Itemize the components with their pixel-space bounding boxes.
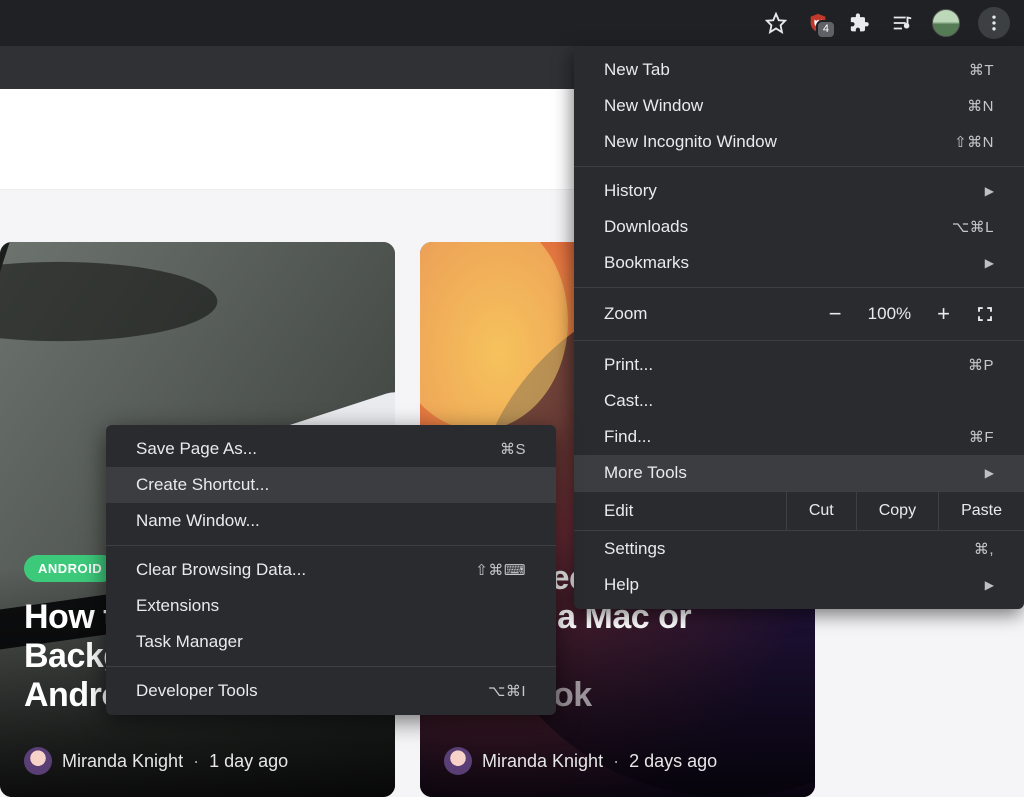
author-avatar <box>24 747 52 775</box>
menu-new-window[interactable]: New Window ⌘N <box>574 88 1024 124</box>
menu-label: Bookmarks <box>604 253 689 273</box>
fullscreen-icon[interactable] <box>976 305 994 323</box>
menu-shortcut: ⇧⌘⌨ <box>475 561 526 579</box>
category-pill[interactable]: ANDROID <box>24 555 116 582</box>
menu-shortcut: ⌘F <box>969 428 994 446</box>
menu-shortcut: ⇧⌘N <box>954 133 994 151</box>
edit-copy-button[interactable]: Copy <box>856 492 938 530</box>
author-name: Miranda Knight <box>62 751 183 772</box>
menu-cast[interactable]: Cast... <box>574 383 1024 419</box>
menu-label: Settings <box>604 539 665 559</box>
menu-label: Name Window... <box>136 511 260 531</box>
toolbar-right: 4 <box>750 0 1024 46</box>
star-icon[interactable] <box>764 11 788 35</box>
menu-new-incognito[interactable]: New Incognito Window ⇧⌘N <box>574 124 1024 160</box>
submenu-name-window[interactable]: Name Window... <box>106 503 556 539</box>
submenu-task-manager[interactable]: Task Manager <box>106 624 556 660</box>
menu-find[interactable]: Find... ⌘F <box>574 419 1024 455</box>
submenu-arrow-icon: ▶ <box>985 184 994 198</box>
extension-ublock-icon[interactable]: 4 <box>806 11 830 35</box>
menu-label: Create Shortcut... <box>136 475 269 495</box>
menu-label: New Window <box>604 96 703 116</box>
menu-label: History <box>604 181 657 201</box>
menu-label: Extensions <box>136 596 219 616</box>
browser-toolbar: 4 <box>0 0 1024 46</box>
dot-separator: · <box>613 751 619 772</box>
submenu-arrow-icon: ▶ <box>985 466 994 480</box>
dot-separator: · <box>193 751 199 772</box>
menu-shortcut: ⌘P <box>968 356 994 374</box>
menu-new-tab[interactable]: New Tab ⌘T <box>574 52 1024 88</box>
menu-separator <box>106 545 556 546</box>
menu-shortcut: ⌘S <box>500 440 526 458</box>
menu-label: New Tab <box>604 60 670 80</box>
zoom-in-button[interactable]: + <box>937 301 950 327</box>
menu-history[interactable]: History ▶ <box>574 173 1024 209</box>
submenu-save-page[interactable]: Save Page As... ⌘S <box>106 431 556 467</box>
menu-downloads[interactable]: Downloads ⌥⌘L <box>574 209 1024 245</box>
browser-main-menu: New Tab ⌘T New Window ⌘N New Incognito W… <box>574 46 1024 609</box>
menu-label: Downloads <box>604 217 688 237</box>
edit-paste-button[interactable]: Paste <box>938 492 1024 530</box>
submenu-create-shortcut[interactable]: Create Shortcut... <box>106 467 556 503</box>
menu-settings[interactable]: Settings ⌘, <box>574 531 1024 567</box>
menu-shortcut: ⌘T <box>969 61 994 79</box>
menu-shortcut: ⌘N <box>967 97 994 115</box>
zoom-out-button[interactable]: − <box>829 301 842 327</box>
menu-separator <box>574 287 1024 288</box>
menu-label: Save Page As... <box>136 439 257 459</box>
publish-time: 2 days ago <box>629 751 717 772</box>
menu-label: More Tools <box>604 463 687 483</box>
menu-separator <box>574 340 1024 341</box>
extension-badge: 4 <box>816 20 836 39</box>
submenu-extensions[interactable]: Extensions <box>106 588 556 624</box>
menu-edit-row: Edit Cut Copy Paste <box>574 491 1024 531</box>
menu-print[interactable]: Print... ⌘P <box>574 347 1024 383</box>
submenu-arrow-icon: ▶ <box>985 256 994 270</box>
menu-label: Clear Browsing Data... <box>136 560 306 580</box>
publish-time: 1 day ago <box>209 751 288 772</box>
more-tools-submenu: Save Page As... ⌘S Create Shortcut... Na… <box>106 425 556 715</box>
media-queue-icon[interactable] <box>890 11 914 35</box>
edit-cut-button[interactable]: Cut <box>786 492 856 530</box>
zoom-level: 100% <box>868 304 911 324</box>
card-meta: Miranda Knight · 1 day ago <box>24 747 371 775</box>
menu-bookmarks[interactable]: Bookmarks ▶ <box>574 245 1024 281</box>
profile-avatar[interactable] <box>932 9 960 37</box>
customize-menu-button[interactable] <box>978 7 1010 39</box>
menu-shortcut: ⌥⌘I <box>488 682 526 700</box>
author-name: Miranda Knight <box>482 751 603 772</box>
author-avatar <box>444 747 472 775</box>
menu-label: Cast... <box>604 391 653 411</box>
menu-more-tools[interactable]: More Tools ▶ <box>574 455 1024 491</box>
menu-separator <box>574 166 1024 167</box>
menu-label: Developer Tools <box>136 681 258 701</box>
menu-shortcut: ⌥⌘L <box>952 218 994 236</box>
menu-label: Find... <box>604 427 651 447</box>
menu-shortcut: ⌘, <box>974 540 994 558</box>
menu-help[interactable]: Help ▶ <box>574 567 1024 603</box>
extensions-puzzle-icon[interactable] <box>848 11 872 35</box>
menu-label: Edit <box>574 501 633 521</box>
menu-label: Task Manager <box>136 632 243 652</box>
menu-separator <box>106 666 556 667</box>
submenu-developer-tools[interactable]: Developer Tools ⌥⌘I <box>106 673 556 709</box>
menu-label: Zoom <box>604 304 647 324</box>
menu-zoom: Zoom − 100% + <box>574 294 1024 334</box>
submenu-clear-browsing[interactable]: Clear Browsing Data... ⇧⌘⌨ <box>106 552 556 588</box>
submenu-arrow-icon: ▶ <box>985 578 994 592</box>
menu-label: Help <box>604 575 639 595</box>
card-meta: Miranda Knight · 2 days ago <box>444 747 791 775</box>
menu-label: New Incognito Window <box>604 132 777 152</box>
menu-label: Print... <box>604 355 653 375</box>
